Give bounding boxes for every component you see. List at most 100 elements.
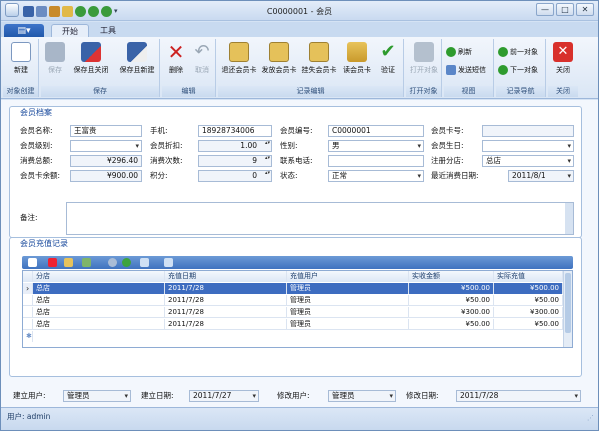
cell-received[interactable]: ¥50.00 bbox=[409, 295, 494, 306]
created-by-field[interactable]: 管理员 bbox=[63, 390, 131, 402]
cell-recharged[interactable]: ¥50.00 bbox=[494, 319, 563, 330]
cell-branch[interactable]: 总店 bbox=[33, 283, 165, 294]
branch-select[interactable]: 总店 bbox=[482, 155, 574, 167]
close-window-button[interactable]: ✕ bbox=[576, 3, 594, 16]
points-field[interactable]: 0 bbox=[198, 170, 272, 182]
cancel-button[interactable]: ↶ 取消 bbox=[190, 40, 214, 82]
edit-record-icon[interactable] bbox=[64, 258, 73, 267]
modified-date-label: 修改日期: bbox=[406, 391, 439, 400]
title-bar: ▾ C0000001 - 会员 — □ ✕ bbox=[1, 1, 598, 21]
cell-received[interactable]: ¥500.00 bbox=[409, 283, 494, 294]
issue-card-button[interactable]: 发放会员卡 bbox=[260, 40, 298, 82]
lost-card-button[interactable]: 挂失会员卡 bbox=[300, 40, 338, 82]
next-object-button[interactable]: 下一对象 bbox=[498, 63, 538, 77]
count-field[interactable]: 9 bbox=[198, 155, 272, 167]
column-header[interactable]: 实收金额 bbox=[409, 271, 494, 282]
memo-textarea[interactable] bbox=[66, 202, 574, 235]
memo-scrollbar[interactable] bbox=[565, 203, 573, 234]
cell-received[interactable]: ¥300.00 bbox=[409, 307, 494, 318]
read-card-button[interactable]: 读会员卡 bbox=[340, 40, 374, 82]
apply-icon[interactable] bbox=[122, 258, 131, 267]
new-row[interactable]: ✱ bbox=[23, 331, 572, 342]
created-by-label: 建立用户: bbox=[13, 391, 46, 400]
open-object-button[interactable]: 打开对象 bbox=[408, 40, 440, 82]
cell-user[interactable]: 管理员 bbox=[287, 295, 409, 306]
cell-recharged[interactable]: ¥500.00 bbox=[494, 283, 563, 294]
cell-date[interactable]: 2011/7/28 bbox=[165, 283, 287, 294]
open-object-icon bbox=[414, 42, 434, 62]
read-card-label: 读会员卡 bbox=[343, 66, 371, 74]
print-icon[interactable] bbox=[140, 258, 149, 267]
card-label: 会员卡号: bbox=[431, 126, 464, 135]
add-record-icon[interactable] bbox=[28, 258, 37, 267]
return-card-button[interactable]: 退还会员卡 bbox=[220, 40, 258, 82]
cell-branch[interactable]: 总店 bbox=[33, 295, 165, 306]
refresh-grid-icon[interactable] bbox=[108, 258, 117, 267]
close-button[interactable]: ✕ 关闭 bbox=[551, 40, 575, 82]
phone-field[interactable]: 18928734006 bbox=[198, 125, 272, 137]
discount-label: 会员折扣: bbox=[150, 141, 183, 150]
modified-by-field[interactable]: 管理员 bbox=[328, 390, 396, 402]
search-icon[interactable] bbox=[164, 258, 173, 267]
delete-button[interactable]: ✕ 删除 bbox=[164, 40, 188, 82]
cell-user[interactable]: 管理员 bbox=[287, 319, 409, 330]
card-field[interactable] bbox=[482, 125, 574, 137]
cell-received[interactable]: ¥50.00 bbox=[409, 319, 494, 330]
undo-arrow-icon: ↶ bbox=[194, 41, 210, 62]
send-sms-button[interactable]: 发送短信 bbox=[446, 63, 486, 77]
group-label: 关闭 bbox=[548, 86, 578, 97]
open-object-label: 打开对象 bbox=[410, 66, 438, 74]
discount-field[interactable]: 1.00 bbox=[198, 140, 272, 152]
cell-recharged[interactable]: ¥300.00 bbox=[494, 307, 563, 318]
new-button[interactable]: 新建 bbox=[7, 40, 35, 82]
contact-field[interactable] bbox=[328, 155, 424, 167]
verify-button[interactable]: ✔ 验证 bbox=[376, 40, 400, 82]
total-field[interactable]: ¥296.40 bbox=[70, 155, 142, 167]
table-row[interactable]: › 总店 2011/7/28 管理员 ¥500.00 ¥500.00 bbox=[23, 283, 572, 294]
resize-grip-icon[interactable]: ⋰ bbox=[587, 414, 594, 422]
export-icon[interactable] bbox=[82, 258, 91, 267]
delete-record-icon[interactable] bbox=[48, 258, 57, 267]
save-new-button[interactable]: 保存且新建 bbox=[115, 40, 159, 82]
save-close-button[interactable]: 保存且关闭 bbox=[69, 40, 113, 82]
last-date-field[interactable]: 2011/8/1 bbox=[508, 170, 574, 182]
tab-home[interactable]: 开始 bbox=[51, 24, 89, 38]
column-header[interactable]: 分店 bbox=[33, 271, 165, 282]
member-profile-section: 会员档案 会员名称: 王富贵 手机: 18928734006 会员编号: C00… bbox=[9, 106, 582, 238]
table-row[interactable]: 总店 2011/7/28 管理员 ¥50.00 ¥50.00 bbox=[23, 295, 572, 306]
cell-date[interactable]: 2011/7/28 bbox=[165, 307, 287, 318]
table-row[interactable]: 总店 2011/7/28 管理员 ¥300.00 ¥300.00 bbox=[23, 307, 572, 318]
status-select[interactable]: 正常 bbox=[328, 170, 424, 182]
level-select[interactable] bbox=[70, 140, 142, 152]
sms-icon bbox=[446, 65, 456, 75]
created-date-field[interactable]: 2011/7/27 bbox=[189, 390, 259, 402]
cell-date[interactable]: 2011/7/28 bbox=[165, 319, 287, 330]
table-row[interactable]: 总店 2011/7/28 管理员 ¥50.00 ¥50.00 bbox=[23, 319, 572, 330]
gender-select[interactable]: 男 bbox=[328, 140, 424, 152]
column-header[interactable]: 充值用户 bbox=[287, 271, 409, 282]
save-button[interactable]: 保存 bbox=[43, 40, 67, 82]
save-new-label: 保存且新建 bbox=[119, 66, 155, 74]
card-icon bbox=[229, 42, 249, 62]
cell-branch[interactable]: 总店 bbox=[33, 319, 165, 330]
balance-field[interactable]: ¥900.00 bbox=[70, 170, 142, 182]
modified-date-field[interactable]: 2011/7/28 bbox=[456, 390, 581, 402]
cell-recharged[interactable]: ¥50.00 bbox=[494, 295, 563, 306]
tab-tools[interactable]: 工具 bbox=[93, 24, 123, 38]
refresh-button[interactable]: 刷新 bbox=[446, 45, 472, 59]
code-field[interactable]: C0000001 bbox=[328, 125, 424, 137]
cell-user[interactable]: 管理员 bbox=[287, 283, 409, 294]
name-field[interactable]: 王富贵 bbox=[70, 125, 142, 137]
minimize-button[interactable]: — bbox=[536, 3, 554, 16]
maximize-button[interactable]: □ bbox=[556, 3, 574, 16]
prev-object-button[interactable]: 前一对象 bbox=[498, 45, 538, 59]
birthday-picker[interactable] bbox=[482, 140, 574, 152]
column-header[interactable]: 实际充值 bbox=[494, 271, 563, 282]
cell-branch[interactable]: 总店 bbox=[33, 307, 165, 318]
grid-scrollbar[interactable] bbox=[563, 271, 572, 347]
column-header[interactable]: 充值日期 bbox=[165, 271, 287, 282]
cell-date[interactable]: 2011/7/28 bbox=[165, 295, 287, 306]
cell-user[interactable]: 管理员 bbox=[287, 307, 409, 318]
group-object-create: 新建 对象创建 bbox=[3, 39, 39, 97]
file-menu-button[interactable]: ▤▾ bbox=[4, 24, 44, 38]
